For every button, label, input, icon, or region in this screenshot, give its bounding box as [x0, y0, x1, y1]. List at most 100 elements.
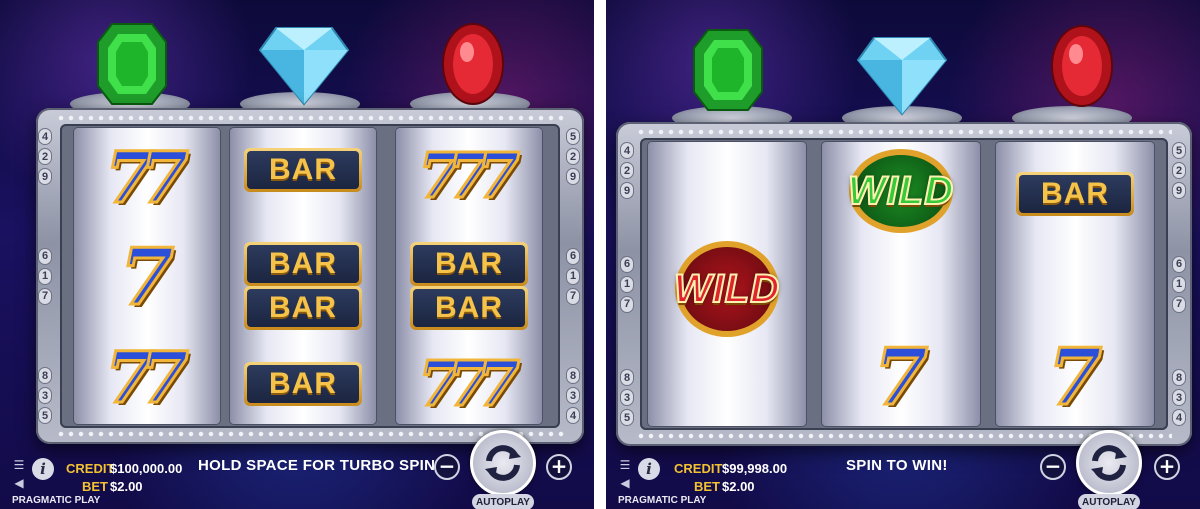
bet-decrease-button[interactable]: − [1040, 454, 1066, 480]
payline-number: 3 [38, 387, 52, 404]
bar-symbol: BAR [410, 286, 528, 330]
payline-number: 1 [566, 267, 580, 285]
payline-number: 8 [620, 369, 634, 386]
provider-logo: PRAGMATIC PLAY [618, 495, 707, 506]
payline-group: 6 1 7 [38, 247, 54, 305]
credit-label: CREDIT [674, 461, 723, 476]
game-hud: ☰ ◀ i CREDIT $100,000.00 BET $2.00 PRAGM… [0, 430, 594, 509]
payline-numbers-left: 4 2 9 6 1 7 8 3 5 [620, 142, 636, 426]
payline-number: 3 [566, 387, 580, 404]
single-seven-symbol: 7 [996, 332, 1154, 424]
payline-number: 1 [620, 275, 634, 293]
payline-group: 4 2 9 [620, 142, 636, 199]
payline-number: 5 [38, 407, 52, 424]
payline-number: 2 [38, 148, 52, 165]
bet-increase-button[interactable]: + [1154, 454, 1180, 480]
status-message: HOLD SPACE FOR TURBO SPIN [198, 457, 436, 474]
diamond-gem-icon [856, 37, 948, 116]
menu-icon[interactable]: ☰ [12, 458, 26, 472]
reel-3: BAR 7 [996, 142, 1154, 426]
payline-number: 1 [38, 267, 52, 285]
seven-symbol: 7 [872, 332, 929, 423]
payline-group: 4 2 9 [38, 128, 54, 185]
double-seven-symbol: 7 7 [74, 132, 220, 224]
spin-arrows-icon [485, 445, 521, 481]
payline-number: 8 [1172, 369, 1186, 386]
wild-green-symbol: WILD [822, 146, 980, 236]
bet-label: BET [82, 479, 108, 494]
bar-symbol: BAR [1016, 172, 1134, 216]
bar-symbol: BAR [244, 286, 362, 330]
payline-number: 7 [620, 295, 634, 313]
reel-3: 7 7 7 BAR BAR 7 7 7 [396, 128, 542, 424]
autoplay-button[interactable]: AUTOPLAY [1078, 494, 1140, 509]
seven-symbol: 7 [139, 336, 191, 419]
credit-value: $99,998.00 [722, 461, 788, 476]
payline-group: 5 2 9 [1172, 142, 1188, 199]
ruby-gem-icon [442, 23, 504, 105]
wild-red-symbol: WILD [648, 234, 806, 344]
payline-group: 8 3 4 [1172, 369, 1188, 426]
seven-symbol: 7 [118, 232, 175, 323]
triple-seven-symbol: 7 7 7 [396, 338, 542, 430]
payline-number: 5 [1172, 142, 1186, 159]
payline-number: 6 [620, 255, 634, 273]
payline-group: 8 3 4 [566, 367, 582, 424]
provider-logo: PRAGMATIC PLAY [12, 495, 101, 506]
diamond-gem-icon [258, 27, 350, 106]
bar-label: BAR [1019, 175, 1131, 213]
bet-decrease-button[interactable]: − [434, 454, 460, 480]
seven-symbol: 7 [475, 347, 521, 420]
spin-button[interactable] [1076, 430, 1142, 496]
info-icon[interactable]: i [32, 458, 54, 480]
payline-number: 6 [38, 247, 52, 265]
payline-group: 6 1 7 [1172, 255, 1188, 313]
credit-label: CREDIT [66, 461, 115, 476]
autoplay-button[interactable]: AUTOPLAY [472, 494, 534, 509]
sound-icon[interactable]: ◀ [618, 476, 632, 490]
bet-value: $2.00 [110, 479, 143, 494]
payline-number: 2 [1172, 162, 1186, 179]
bar-symbol: BAR [244, 242, 362, 286]
credit-value: $100,000.00 [110, 461, 183, 476]
payline-number: 9 [566, 168, 580, 185]
info-icon[interactable]: i [638, 458, 660, 480]
bar-label: BAR [247, 245, 359, 283]
payline-number: 7 [38, 287, 52, 305]
slot-screen-left: 4 2 9 6 1 7 8 3 5 5 2 9 6 1 7 8 3 4 7 7 … [0, 0, 594, 509]
payline-number: 4 [566, 407, 580, 424]
sound-icon[interactable]: ◀ [12, 476, 26, 490]
bar-symbol: BAR [244, 362, 362, 406]
payline-number: 4 [1172, 409, 1186, 426]
frame-lights-top [56, 114, 564, 122]
ruby-gem-icon [1051, 25, 1113, 107]
reel-window: WILD WILD 7 BAR 7 [640, 138, 1168, 430]
reel-1: WILD [648, 142, 806, 426]
bar-label: BAR [247, 151, 359, 189]
payline-group: 8 3 5 [620, 369, 636, 426]
menu-icon[interactable]: ☰ [618, 458, 632, 472]
bar-label: BAR [413, 245, 525, 283]
double-seven-symbol: 7 7 [74, 332, 220, 424]
bet-increase-button[interactable]: + [546, 454, 572, 480]
single-seven-symbol: 7 [822, 332, 980, 424]
payline-number: 5 [620, 409, 634, 426]
triple-seven-symbol: 7 7 7 [396, 130, 542, 222]
frame-lights-top [636, 128, 1172, 136]
payline-number: 2 [620, 162, 634, 179]
slot-screen-right: 4 2 9 6 1 7 8 3 5 5 2 9 6 1 7 8 3 4 WILD… [606, 0, 1200, 509]
seven-symbol: 7 [475, 139, 521, 212]
seven-symbol: 7 [139, 136, 191, 219]
reel-2: BAR BAR BAR BAR [230, 128, 376, 424]
wild-label: WILD [673, 266, 781, 312]
reel-2: WILD 7 [822, 142, 980, 426]
payline-number: 2 [566, 148, 580, 165]
payline-number: 9 [1172, 182, 1186, 199]
payline-number: 8 [566, 367, 580, 384]
spin-button[interactable] [470, 430, 536, 496]
payline-number: 4 [620, 142, 634, 159]
payline-number: 6 [566, 247, 580, 265]
payline-number: 7 [566, 287, 580, 305]
payline-number: 1 [1172, 275, 1186, 293]
payline-number: 4 [38, 128, 52, 145]
